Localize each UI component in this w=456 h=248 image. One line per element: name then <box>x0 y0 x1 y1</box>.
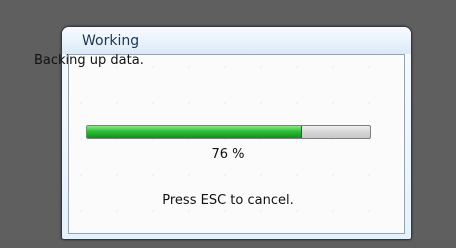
dialog-title: Working <box>82 33 140 49</box>
progress-fill <box>87 126 303 138</box>
cancel-instruction: Press ESC to cancel. <box>162 193 294 208</box>
status-message: Backing up data. <box>34 53 144 68</box>
progress-percent: 76 % <box>211 147 245 162</box>
progress-bar <box>86 125 371 139</box>
title-bar: Working <box>62 27 411 54</box>
